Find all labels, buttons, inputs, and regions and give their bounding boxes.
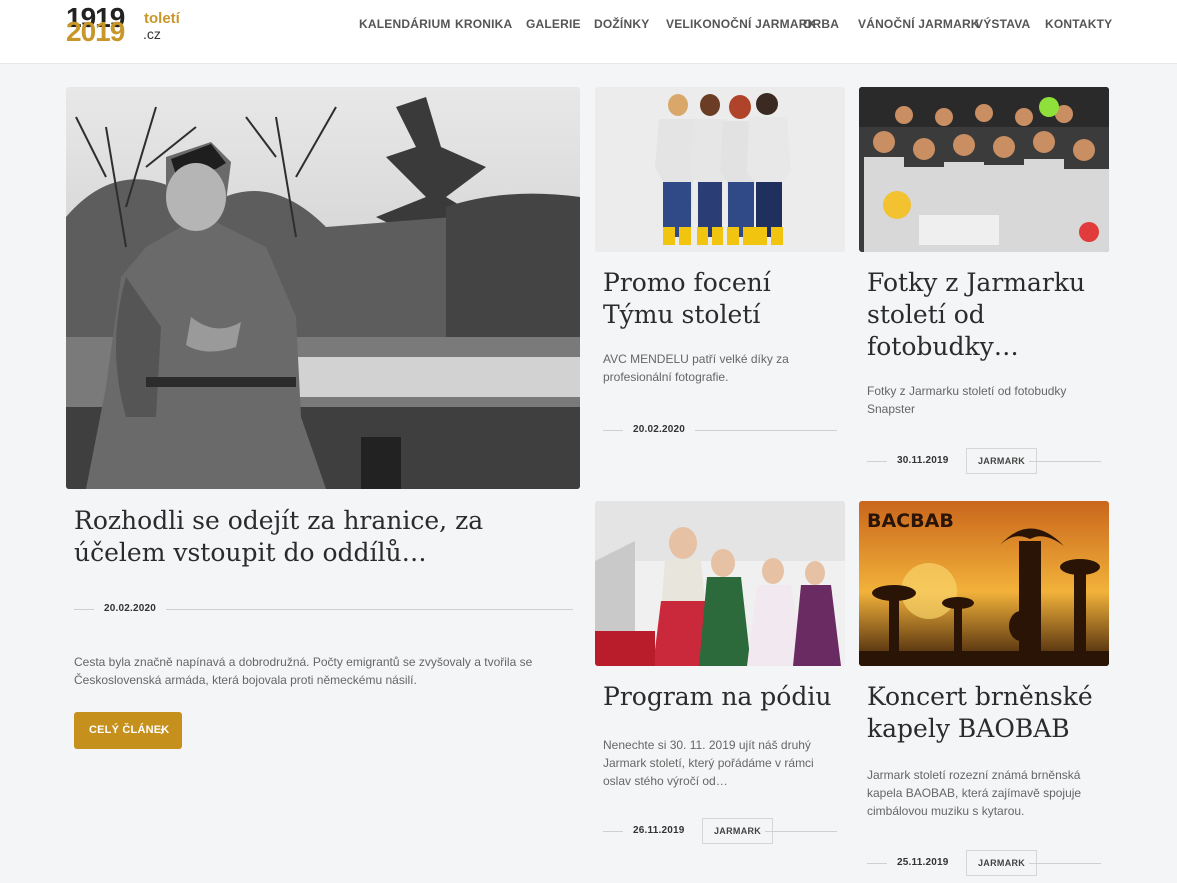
post-date: 20.02.2020 — [104, 603, 157, 614]
post-image-promo[interactable] — [595, 87, 845, 252]
post-image-program[interactable] — [595, 501, 845, 666]
post-meta: 25.11.2019 JARMARK — [867, 849, 1103, 879]
meta-divider — [1029, 461, 1101, 462]
main-nav: KALENDÁRIUM KRONIKA GALERIE DOŽÍNKY VELI… — [0, 17, 1177, 35]
site-header: 1919 2019 toletí .cz KALENDÁRIUM KRONIKA… — [0, 0, 1177, 64]
meta-divider — [867, 461, 887, 462]
chevron-right-icon: › — [160, 723, 165, 738]
post-title[interactable]: Koncert brněnské kapely BAOBAB — [867, 681, 1107, 745]
post-image-fotobudka[interactable] — [859, 87, 1109, 252]
featured-excerpt: Cesta byla značně napínavá a dobrodružná… — [74, 655, 533, 687]
meta-divider — [765, 831, 837, 832]
nav-item-velikonocni-jarmark[interactable]: VELIKONOČNÍ JARMARK — [666, 17, 816, 31]
post-excerpt: Nenechte si 30. 11. 2019 ujít náš druhý … — [603, 738, 814, 788]
post-date: 25.11.2019 — [897, 857, 949, 868]
nav-item-vanocni-jarmark[interactable]: VÁNOČNÍ JARMARK — [858, 17, 980, 31]
post-meta: 30.11.2019 JARMARK — [867, 447, 1103, 477]
meta-divider — [1029, 863, 1101, 864]
post-date: 20.02.2020 — [633, 424, 686, 435]
meta-divider — [603, 831, 623, 832]
post-title[interactable]: Promo focení Týmu století — [603, 267, 843, 331]
post-excerpt: Jarmark století rozezní známá brněnská k… — [867, 768, 1082, 818]
post-meta: 26.11.2019 JARMARK — [603, 817, 839, 847]
post-date: 26.11.2019 — [633, 825, 685, 836]
featured-meta: 20.02.2020 — [74, 595, 574, 625]
band-name-image-text: BACBAB — [867, 510, 954, 532]
meta-divider — [603, 430, 623, 431]
featured-title[interactable]: Rozhodli se odejít za hranice, za účelem… — [74, 505, 574, 569]
nav-item-kontakty[interactable]: KONTAKTY — [1045, 17, 1112, 31]
meta-divider — [695, 430, 837, 431]
read-article-label: CELÝ ČLÁNEK — [89, 724, 170, 736]
meta-divider — [867, 863, 887, 864]
category-tag[interactable]: JARMARK — [966, 850, 1038, 876]
nav-item-vystava[interactable]: VÝSTAVA — [975, 17, 1030, 31]
nav-item-dozinky[interactable]: DOŽÍNKY — [594, 17, 649, 31]
meta-divider — [166, 609, 573, 610]
nav-item-kronika[interactable]: KRONIKA — [455, 17, 512, 31]
post-excerpt: Fotky z Jarmarku století od fotobudky Sn… — [867, 384, 1067, 416]
nav-item-kalendarium[interactable]: KALENDÁRIUM — [359, 17, 451, 31]
post-title[interactable]: Fotky z Jarmarku století od fotobudky… — [867, 267, 1107, 363]
post-title[interactable]: Program na pódiu — [603, 681, 843, 713]
nav-item-galerie[interactable]: GALERIE — [526, 17, 581, 31]
post-date: 30.11.2019 — [897, 455, 949, 466]
meta-divider — [74, 609, 94, 610]
post-image-baobab[interactable]: BACBAB — [859, 501, 1109, 666]
featured-image[interactable] — [66, 87, 580, 489]
category-tag[interactable]: JARMARK — [702, 818, 774, 844]
post-meta: 20.02.2020 — [603, 416, 839, 446]
category-tag[interactable]: JARMARK — [966, 448, 1038, 474]
read-article-button[interactable]: CELÝ ČLÁNEK › — [74, 712, 182, 749]
nav-item-orba[interactable]: ORBA — [803, 17, 839, 31]
post-excerpt: AVC MENDELU patří velké díky za profesio… — [603, 352, 789, 384]
